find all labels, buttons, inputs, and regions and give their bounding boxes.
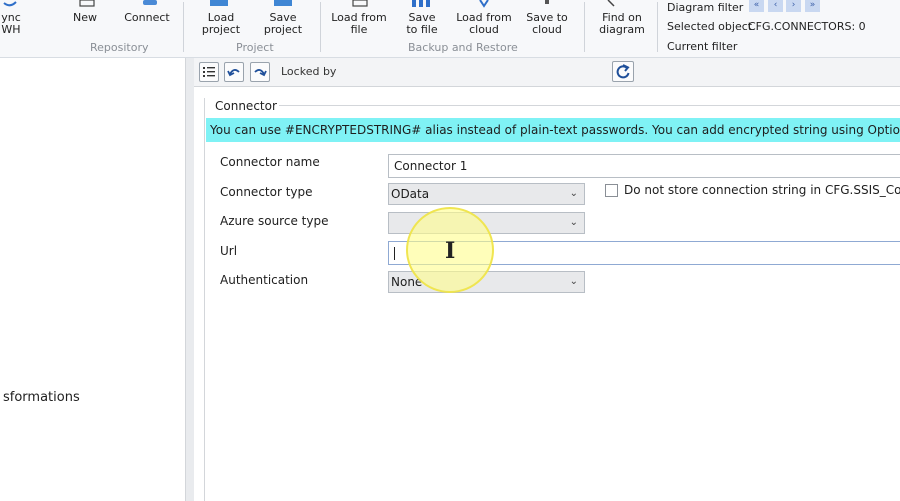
connector-type-select[interactable]: OData ⌄ bbox=[388, 183, 585, 205]
text-caret bbox=[394, 247, 395, 260]
group-label-repository: Repository bbox=[90, 41, 149, 54]
save-to-file-button[interactable]: Save to file bbox=[400, 12, 444, 35]
connector-group-title: Connector bbox=[213, 99, 279, 113]
chevron-down-icon: ⌄ bbox=[569, 217, 578, 228]
left-tree-pane: sformations bbox=[3, 58, 185, 501]
load-from-cloud-button[interactable]: Load from cloud bbox=[455, 12, 513, 35]
text-cursor-icon: I bbox=[445, 238, 456, 264]
connector-type-value: OData bbox=[391, 187, 430, 201]
do-not-store-connection-checkbox[interactable] bbox=[605, 184, 618, 197]
refresh-button[interactable] bbox=[612, 61, 634, 82]
current-filter-label: Current filter bbox=[667, 40, 738, 53]
connector-name-input[interactable]: Connector 1 bbox=[388, 154, 900, 178]
do-not-store-connection-label: Do not store connection string in CFG.SS… bbox=[624, 183, 900, 197]
refresh-icon bbox=[616, 64, 630, 79]
tree-item-transformations[interactable]: sformations bbox=[3, 390, 80, 405]
redo-icon bbox=[254, 69, 267, 77]
group-label-project: Project bbox=[236, 41, 274, 54]
connector-editor bbox=[194, 87, 900, 501]
app-window: ync WH New Connect Repository Load proje… bbox=[0, 0, 900, 501]
url-label: Url bbox=[220, 244, 238, 258]
ribbon-icons-strip bbox=[3, 0, 615, 8]
selected-object-label: Selected object bbox=[667, 20, 753, 33]
ribbon-separator bbox=[657, 2, 658, 52]
group-label-backup-restore: Backup and Restore bbox=[408, 41, 518, 54]
chevron-down-icon: ⌄ bbox=[569, 188, 578, 199]
editor-border bbox=[204, 98, 205, 501]
nav-next-button[interactable]: › bbox=[786, 0, 801, 12]
fieldset-border bbox=[268, 105, 900, 106]
list-icon bbox=[203, 67, 215, 77]
selected-object-value: CFG.CONNECTORS: 0 bbox=[748, 20, 866, 33]
new-button[interactable]: New bbox=[66, 12, 104, 24]
chevron-down-icon: ⌄ bbox=[569, 276, 578, 287]
locked-by-value bbox=[335, 62, 465, 82]
save-to-cloud-button[interactable]: Save to cloud bbox=[524, 12, 570, 35]
ribbon: ync WH New Connect Repository Load proje… bbox=[0, 0, 900, 58]
find-on-diagram-button[interactable]: Find on diagram bbox=[598, 12, 646, 35]
diagram-filter-label: Diagram filter bbox=[667, 1, 744, 14]
connect-button[interactable]: Connect bbox=[122, 12, 172, 24]
undo-button[interactable] bbox=[224, 62, 244, 82]
sync-dwh-button[interactable]: ync WH bbox=[0, 12, 22, 35]
editor-toolbar: Locked by bbox=[194, 58, 900, 87]
azure-source-type-label: Azure source type bbox=[220, 214, 329, 228]
encrypted-string-info-banner: You can use #ENCRYPTEDSTRING# alias inst… bbox=[206, 118, 900, 142]
ribbon-separator bbox=[584, 2, 585, 52]
authentication-label: Authentication bbox=[220, 273, 309, 287]
nav-prev-button[interactable]: ‹ bbox=[768, 0, 783, 12]
nav-first-button[interactable]: « bbox=[749, 0, 764, 12]
locked-by-label: Locked by bbox=[281, 65, 337, 78]
connector-name-label: Connector name bbox=[220, 155, 320, 169]
ribbon-separator bbox=[320, 2, 321, 52]
nav-last-button[interactable]: » bbox=[805, 0, 820, 12]
load-project-button[interactable]: Load project bbox=[198, 12, 244, 35]
ribbon-separator bbox=[183, 2, 184, 52]
load-from-file-button[interactable]: Load from file bbox=[330, 12, 388, 35]
redo-button[interactable] bbox=[250, 62, 270, 82]
list-view-button[interactable] bbox=[199, 62, 219, 82]
undo-icon bbox=[227, 69, 240, 77]
save-project-button[interactable]: Save project bbox=[260, 12, 306, 35]
connector-type-label: Connector type bbox=[220, 185, 313, 199]
